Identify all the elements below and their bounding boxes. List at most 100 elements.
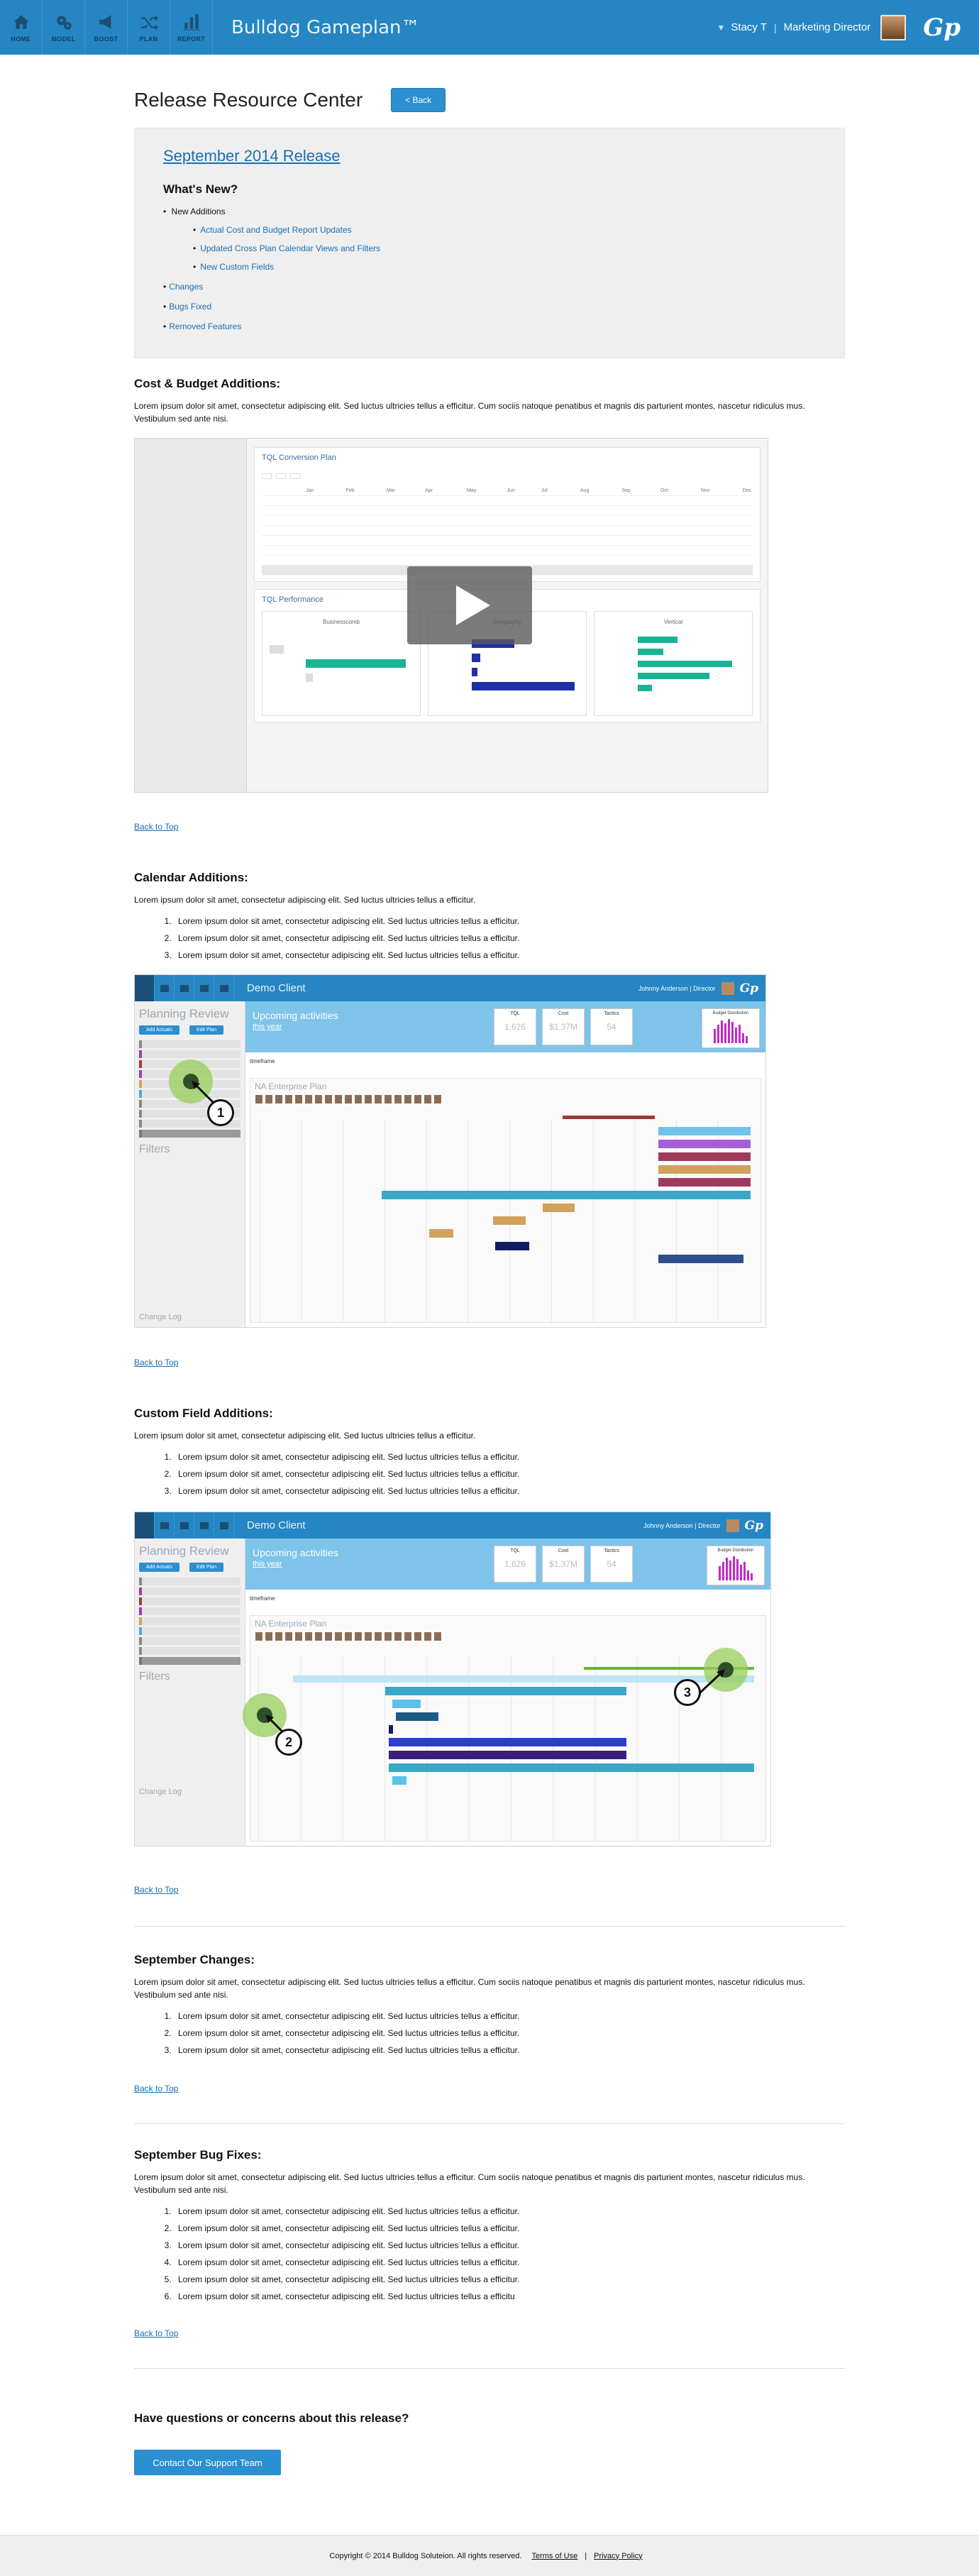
back-to-top-link[interactable]: Back to Top (134, 2328, 178, 2338)
toc-item-calendar: Updated Cross Plan Calendar Views and Fi… (193, 243, 816, 253)
back-button[interactable]: < Back (391, 88, 446, 112)
list-item: Lorem ipsum dolor sit amet, consectetur … (174, 2223, 845, 2233)
changes-link[interactable]: Changes (169, 282, 203, 292)
tql-header-blank (262, 486, 277, 496)
stat-tactics: Tactics 54 (590, 1546, 633, 1583)
tql-conversion-title: TQL Conversion Plan (262, 453, 336, 462)
chevron-down-icon[interactable]: ▼ (717, 23, 726, 33)
list-item (139, 1627, 240, 1635)
budget-bars (704, 1018, 757, 1043)
terms-link[interactable]: Terms of Use (531, 2552, 577, 2560)
user-name: Stacy T (731, 21, 767, 33)
gantt-bar (493, 1216, 526, 1225)
toc-new-additions-label: New Additions (171, 207, 226, 216)
list-item (139, 1130, 240, 1138)
cost-budget-link[interactable]: Actual Cost and Budget Report Updates (200, 225, 351, 235)
chart-bar (637, 685, 652, 691)
back-to-top-link[interactable]: Back to Top (134, 2084, 178, 2093)
custom-fields-link[interactable]: New Custom Fields (200, 262, 274, 272)
top-bar: HOME MODEL BOOST PLAN REPORT Bulldog Gam… (0, 0, 979, 55)
gantt-bar (543, 1204, 575, 1212)
custom-fields-screenshot: Demo Client Johnny Anderson | Director Gp… (134, 1512, 771, 1846)
gantt-bar (396, 1712, 438, 1721)
release-summary: September 2014 Release What's New? New A… (134, 128, 845, 358)
stat-tql: TQL 1,626 (494, 1546, 536, 1583)
shuffle-icon (140, 14, 158, 31)
gantt-bar (389, 1725, 393, 1734)
back-to-top-link[interactable]: Back to Top (134, 822, 178, 832)
card-businesscomb-title: Businesscomb (322, 619, 360, 625)
nav-plan-label: PLAN (139, 35, 158, 43)
gantt-bar (429, 1229, 453, 1238)
nav-report[interactable]: REPORT (170, 0, 213, 55)
app-logo: Gp (744, 1518, 763, 1533)
app-user-name: Johnny Anderson (643, 1521, 693, 1529)
release-title-link[interactable]: September 2014 Release (163, 147, 341, 165)
play-button[interactable] (407, 566, 532, 644)
budget-distribution: Budget Distribution (707, 1546, 765, 1585)
callout-number-3: 3 (674, 1679, 701, 1706)
avatar[interactable] (880, 14, 907, 40)
chart-bar (471, 682, 575, 690)
toc-bugs-fixed: Bugs Fixed (163, 302, 816, 312)
app-user-role: Director (698, 1521, 721, 1529)
back-to-top-link[interactable]: Back to Top (134, 1885, 178, 1895)
list-item: Lorem ipsum dolor sit amet, consectetur … (174, 950, 845, 960)
chart-bar (637, 673, 709, 679)
video-tabs (262, 473, 753, 479)
removed-features-link[interactable]: Removed Features (169, 321, 241, 331)
tql-row (262, 515, 753, 526)
plan-collaborators (250, 1631, 765, 1641)
list-item: Lorem ipsum dolor sit amet, consectetur … (174, 2240, 845, 2250)
app-body: Upcoming activities this year TQL 1,626 C… (243, 1539, 770, 1846)
app-header: Demo Client Johnny Anderson | Director Gp (135, 975, 765, 1001)
sidebar-activity-list (139, 1578, 240, 1665)
stat-tactics: Tactics 54 (590, 1008, 633, 1045)
list-item (139, 1647, 240, 1655)
calendar-text: Lorem ipsum dolor sit amet, consectetur … (134, 895, 476, 905)
timeframe-label: timeframe (250, 1595, 275, 1602)
callout-number-2: 2 (275, 1729, 302, 1756)
stat-tactics-label: Tactics (604, 1548, 619, 1553)
filters-heading: Filters (139, 1670, 170, 1683)
footer: Copyright © 2014 Bulldog Soluteion. All … (0, 2535, 979, 2576)
gantt-bar (563, 1116, 655, 1119)
month-sep: Sep (590, 486, 632, 496)
toc-changes: Changes (163, 282, 816, 292)
bugs-fixed-link[interactable]: Bugs Fixed (169, 302, 211, 312)
cost-budget-video[interactable]: TQL Conversion Plan Jan Feb Mar Apr May … (134, 438, 768, 793)
list-item: Lorem ipsum dolor sit amet, consectetur … (174, 933, 845, 943)
mini-nav-button (214, 1512, 234, 1539)
nav-boost[interactable]: BOOST (85, 0, 128, 55)
budget-bars (709, 1555, 762, 1580)
section-divider (134, 2123, 845, 2124)
planning-review-heading: Planning Review (139, 1544, 229, 1558)
nav-plan[interactable]: PLAN (128, 0, 170, 55)
list-item: Lorem ipsum dolor sit amet, consectetur … (174, 2045, 845, 2055)
privacy-link[interactable]: Privacy Policy (594, 2552, 642, 2560)
video-sidebar (135, 439, 247, 792)
app-user-name: Johnny Anderson (638, 984, 688, 992)
list-item: Lorem ipsum dolor sit amet, consectetur … (174, 2274, 845, 2284)
month-may: May (433, 486, 478, 496)
timeframe-label: timeframe (250, 1058, 275, 1064)
stat-cost: Cost $1.37M (542, 1546, 585, 1583)
stat-tactics-label: Tactics (604, 1011, 619, 1016)
user-menu[interactable]: ▼ Stacy T | Marketing Director Gp (717, 0, 979, 55)
page-title: Release Resource Center (134, 89, 363, 111)
calendar-link[interactable]: Updated Cross Plan Calendar Views and Fi… (200, 243, 380, 253)
back-to-top-link[interactable]: Back to Top (134, 1358, 178, 1367)
contact-support-button[interactable]: Contact Our Support Team (134, 2450, 281, 2475)
custom-fields-list: Lorem ipsum dolor sit amet, consectetur … (174, 1452, 845, 1496)
mini-nav-button (175, 975, 194, 1001)
list-item: Lorem ipsum dolor sit amet, consectetur … (174, 2257, 845, 2267)
app-body: Upcoming activities this year TQL 1,626 C… (169, 1001, 765, 1327)
add-actuals-button: Add Actuals (139, 1025, 179, 1035)
chart-bar (305, 673, 313, 682)
nav-model[interactable]: MODEL (43, 0, 85, 55)
budget-label: Budget Distribution (712, 1011, 749, 1015)
chart-bar (270, 645, 284, 654)
chart-bar (637, 649, 663, 655)
tql-row (262, 505, 753, 516)
nav-home[interactable]: HOME (0, 0, 43, 55)
